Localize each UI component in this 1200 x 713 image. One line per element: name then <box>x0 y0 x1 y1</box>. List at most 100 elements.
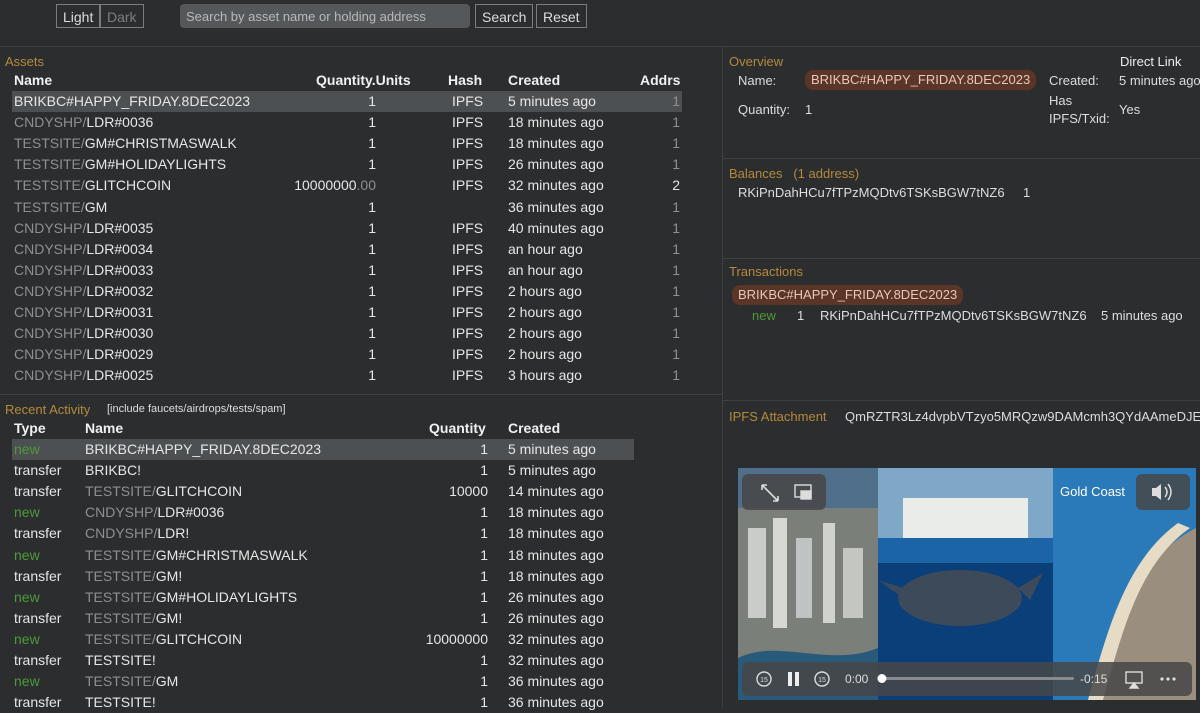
asset-row[interactable]: CNDYSHP/LDR#0035 1 IPFS 40 minutes ago 1 <box>12 218 682 239</box>
ipfs-video-player[interactable]: Gold Coast 15 15 0:00 -0:15 <box>738 468 1196 700</box>
activity-row[interactable]: new TESTSITE/GM#HOLIDAYLIGHTS 1 26 minutes … <box>12 587 634 608</box>
asset-row[interactable]: CNDYSHP/LDR#0031 1 IPFS 2 hours ago 1 <box>12 302 682 323</box>
volume-control[interactable] <box>1136 474 1190 510</box>
asset-name[interactable]: TESTSITE/GM#HOLIDAYLIGHTS <box>14 154 226 175</box>
assets-header-hash[interactable]: Hash <box>448 72 482 88</box>
search-button[interactable]: Search <box>475 4 534 28</box>
activity-type: new <box>14 504 40 521</box>
overview-name-value[interactable]: BRIKBC#HAPPY_FRIDAY.8DEC2023 <box>805 70 1037 90</box>
activity-type: transfer <box>14 462 62 479</box>
activity-row[interactable]: transfer TESTSITE/GLITCHCOIN 10000 14 minut… <box>12 481 634 502</box>
activity-header-created[interactable]: Created <box>508 420 560 436</box>
reset-button[interactable]: Reset <box>536 4 587 28</box>
asset-row[interactable]: TESTSITE/GM 1 36 minutes ago 1 <box>12 197 682 218</box>
svg-text:15: 15 <box>760 677 768 684</box>
activity-header-quantity[interactable]: Quantity <box>429 420 486 436</box>
assets-header-addrs[interactable]: Addrs <box>640 72 680 88</box>
assets-header-name[interactable]: Name <box>14 72 52 88</box>
activity-name[interactable]: TESTSITE! <box>85 692 156 713</box>
activity-row[interactable]: transfer TESTSITE! 1 36 minutes ago <box>12 692 634 713</box>
asset-name[interactable]: TESTSITE/GM <box>14 197 107 218</box>
activity-name[interactable]: CNDYSHP/LDR#0036 <box>85 502 224 523</box>
activity-row[interactable]: transfer TESTSITE/GM! 1 26 minutes ago <box>12 608 634 629</box>
asset-quantity: 1 <box>368 156 376 173</box>
asset-name[interactable]: CNDYSHP/LDR#0031 <box>14 302 153 323</box>
asset-row[interactable]: CNDYSHP/LDR#0032 1 IPFS 2 hours ago 1 <box>12 281 682 302</box>
asset-row[interactable]: BRIKBC#HAPPY_FRIDAY.8DEC2023 1 IPFS 5 minut… <box>12 91 682 112</box>
activity-name[interactable]: TESTSITE/GM! <box>85 566 182 587</box>
asset-name[interactable]: CNDYSHP/LDR#0032 <box>14 281 153 302</box>
asset-name[interactable]: TESTSITE/GM#CHRISTMASWALK <box>14 133 237 154</box>
activity-name[interactable]: TESTSITE/GM! <box>85 608 182 629</box>
ipfs-title: IPFS Attachment <box>729 409 827 424</box>
activity-row[interactable]: new BRIKBC#HAPPY_FRIDAY.8DEC2023 1 5 minute… <box>12 439 634 460</box>
asset-row[interactable]: CNDYSHP/LDR#0025 1 IPFS 3 hours ago 1 <box>12 365 682 386</box>
activity-row[interactable]: transfer TESTSITE/GM! 1 18 minutes ago <box>12 566 634 587</box>
asset-row[interactable]: CNDYSHP/LDR#0030 1 IPFS 2 hours ago 1 <box>12 323 682 344</box>
activity-name[interactable]: TESTSITE/GLITCHCOIN <box>85 629 242 650</box>
activity-name[interactable]: TESTSITE! <box>85 650 156 671</box>
asset-row[interactable]: CNDYSHP/LDR#0036 1 IPFS 18 minutes ago 1 <box>12 112 682 133</box>
activity-row[interactable]: new CNDYSHP/LDR#0036 1 18 minutes ago <box>12 502 634 523</box>
asset-row[interactable]: TESTSITE/GM#HOLIDAYLIGHTS 1 IPFS 26 minutes… <box>12 154 682 175</box>
activity-name[interactable]: BRIKBC#HAPPY_FRIDAY.8DEC2023 <box>85 439 321 460</box>
activity-name[interactable]: TESTSITE/GLITCHCOIN <box>85 481 242 502</box>
asset-name[interactable]: CNDYSHP/LDR#0035 <box>14 218 153 239</box>
asset-name[interactable]: CNDYSHP/LDR#0025 <box>14 365 153 386</box>
transaction-asset[interactable]: BRIKBC#HAPPY_FRIDAY.8DEC2023 <box>732 285 964 305</box>
asset-name[interactable]: BRIKBC#HAPPY_FRIDAY.8DEC2023 <box>14 91 250 112</box>
skip-forward-icon[interactable]: 15 <box>814 671 830 687</box>
more-options-icon[interactable] <box>1160 677 1176 681</box>
assets-header-quantity[interactable]: Quantity.Units <box>316 72 411 88</box>
asset-name[interactable]: CNDYSHP/LDR#0036 <box>14 112 153 133</box>
asset-row[interactable]: TESTSITE/GM#CHRISTMASWALK 1 IPFS 18 minutes… <box>12 133 682 154</box>
search-input[interactable] <box>180 4 470 28</box>
activity-created: 5 minutes ago <box>508 462 596 479</box>
video-progress-track[interactable] <box>878 677 1074 680</box>
asset-created: 40 minutes ago <box>508 219 604 236</box>
video-progress-knob[interactable] <box>877 674 887 683</box>
asset-name[interactable]: CNDYSHP/LDR#0029 <box>14 344 153 365</box>
activity-header-name[interactable]: Name <box>85 420 123 436</box>
fullscreen-icon[interactable] <box>761 484 779 502</box>
activity-name[interactable]: CNDYSHP/LDR! <box>85 523 189 544</box>
asset-row[interactable]: CNDYSHP/LDR#0033 1 IPFS an hour ago 1 <box>12 260 682 281</box>
activity-header-type[interactable]: Type <box>14 420 46 436</box>
activity-row[interactable]: new TESTSITE/GM#CHRISTMASWALK 1 18 minutes … <box>12 545 634 566</box>
direct-link[interactable]: Direct Link <box>1120 54 1181 69</box>
dark-theme-button[interactable]: Dark <box>100 4 144 28</box>
airplay-icon[interactable] <box>1125 671 1143 689</box>
picture-in-picture-icon[interactable] <box>794 484 812 500</box>
activity-row[interactable]: transfer CNDYSHP/LDR! 1 18 minutes ago <box>12 523 634 544</box>
activity-quantity: 1 <box>480 673 488 690</box>
light-theme-button[interactable]: Light <box>56 4 101 28</box>
asset-hash: IPFS <box>452 282 484 299</box>
activity-name[interactable]: TESTSITE/GM#CHRISTMASWALK <box>85 545 308 566</box>
asset-name[interactable]: CNDYSHP/LDR#0034 <box>14 239 153 260</box>
activity-row[interactable]: transfer TESTSITE! 1 32 minutes ago <box>12 650 634 671</box>
activity-row[interactable]: transfer BRIKBC! 1 5 minutes ago <box>12 460 634 481</box>
asset-name[interactable]: CNDYSHP/LDR#0030 <box>14 323 153 344</box>
ipfs-hash[interactable]: QmRZTR3Lz4dvpbVTzyo5MRQzw9DAMcmh3QYdAAme… <box>845 409 1200 424</box>
activity-row[interactable]: new TESTSITE/GLITCHCOIN 10000000 32 minutes… <box>12 629 634 650</box>
activity-row[interactable]: new TESTSITE/GM 1 36 minutes ago <box>12 671 634 692</box>
activity-name[interactable]: TESTSITE/GM#HOLIDAYLIGHTS <box>85 587 297 608</box>
activity-type: new <box>14 588 40 605</box>
activity-quantity: 1 <box>480 504 488 521</box>
activity-name[interactable]: TESTSITE/GM <box>85 671 178 692</box>
asset-row[interactable]: TESTSITE/GLITCHCOIN 10000000.00 IPFS 32 min… <box>12 175 682 196</box>
skip-back-icon[interactable]: 15 <box>756 671 772 687</box>
asset-name[interactable]: CNDYSHP/LDR#0033 <box>14 260 153 281</box>
transaction-address[interactable]: RKiPnDahHCu7fTPzMQDtv6TSKsBGW7tNZ6 <box>820 308 1087 323</box>
asset-name[interactable]: TESTSITE/GLITCHCOIN <box>14 175 171 196</box>
volume-icon[interactable] <box>1136 474 1190 510</box>
activity-quantity: 1 <box>480 567 488 584</box>
include-spam-toggle[interactable]: [include faucets/airdrops/tests/spam] <box>107 403 286 415</box>
asset-row[interactable]: CNDYSHP/LDR#0029 1 IPFS 2 hours ago 1 <box>12 344 682 365</box>
asset-row[interactable]: CNDYSHP/LDR#0034 1 IPFS an hour ago 1 <box>12 239 682 260</box>
assets-header-created[interactable]: Created <box>508 72 560 88</box>
transaction-qty: 1 <box>797 308 805 323</box>
activity-name[interactable]: BRIKBC! <box>85 460 141 481</box>
pause-icon[interactable] <box>788 672 799 686</box>
balance-address[interactable]: RKiPnDahHCu7fTPzMQDtv6TSKsBGW7tNZ6 <box>738 185 1005 200</box>
